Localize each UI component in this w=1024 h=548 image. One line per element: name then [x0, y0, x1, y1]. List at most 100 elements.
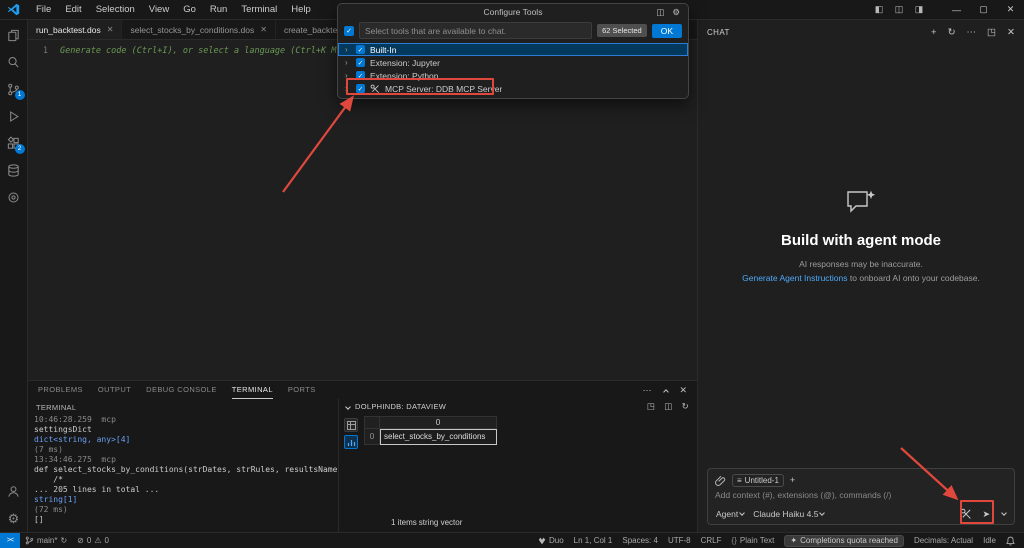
close-panel-icon[interactable]: ✕: [679, 385, 687, 396]
tab-debug-console[interactable]: DEBUG CONSOLE: [146, 381, 217, 399]
close-chat-icon[interactable]: ✕: [1007, 27, 1015, 38]
tab-run-backtest[interactable]: run_backtest.dos ✕: [28, 20, 122, 39]
item-checkbox[interactable]: ✓: [356, 71, 365, 80]
problems-item[interactable]: ⊘ 0 ⚠ 0: [72, 536, 114, 545]
menu-run[interactable]: Run: [203, 3, 234, 16]
explorer-icon[interactable]: [0, 22, 28, 49]
menu-selection[interactable]: Selection: [89, 3, 142, 16]
dolphindb-icon[interactable]: [0, 184, 28, 211]
list-item-mcp-server[interactable]: › ✓ MCP Server: DDB MCP Server: [338, 82, 688, 95]
refresh-icon[interactable]: ↻: [682, 401, 689, 412]
list-item-jupyter[interactable]: › ✓ Extension: Jupyter: [338, 56, 688, 69]
settings-gear-icon[interactable]: ⚙: [0, 505, 28, 532]
selected-count-badge: 62 Selected: [597, 24, 647, 37]
item-checkbox[interactable]: ✓: [356, 58, 365, 67]
maximize-panel-icon[interactable]: [662, 385, 668, 395]
close-window-button[interactable]: ✕: [997, 0, 1024, 20]
gear-icon[interactable]: ⚙: [672, 7, 680, 18]
ok-button[interactable]: OK: [652, 24, 682, 38]
minimize-button[interactable]: —: [943, 0, 970, 20]
toggle-panel-icon[interactable]: ◫: [889, 4, 909, 15]
search-icon[interactable]: [0, 49, 28, 76]
account-icon[interactable]: [0, 478, 28, 505]
chevron-right-icon[interactable]: ›: [345, 82, 351, 95]
dataview-footer: 1 items string vector: [391, 518, 462, 527]
list-item-python[interactable]: › ✓ Extension: Python: [338, 69, 688, 82]
toggle-sidebar-icon[interactable]: ◧: [869, 4, 889, 15]
toggle-secondary-sidebar-icon[interactable]: ◨: [909, 4, 929, 15]
completions-quota-item[interactable]: ✦ Completions quota reached: [779, 535, 909, 547]
menu-terminal[interactable]: Terminal: [234, 3, 284, 16]
source-control-icon[interactable]: 1: [0, 76, 28, 103]
sync-icon[interactable]: ↻: [60, 536, 67, 545]
grid-column-header[interactable]: 0: [380, 416, 497, 429]
maximize-button[interactable]: ▢: [970, 0, 997, 20]
toggle-all-checkbox[interactable]: ✓: [344, 26, 354, 36]
chat-message-input[interactable]: [715, 490, 1007, 500]
grid-row-index[interactable]: 0: [364, 429, 380, 445]
chevron-right-icon[interactable]: ›: [345, 56, 351, 69]
indentation-item[interactable]: Spaces: 4: [617, 536, 663, 545]
menu-view[interactable]: View: [142, 3, 176, 16]
notifications-bell-icon[interactable]: [1001, 536, 1020, 546]
send-dropdown-icon[interactable]: [1000, 509, 1006, 519]
open-chat-in-editor-icon[interactable]: ◳: [987, 27, 996, 38]
more-actions-icon[interactable]: ⋯: [967, 27, 977, 38]
close-tab-icon[interactable]: ✕: [107, 25, 114, 34]
model-picker[interactable]: Claude Haiku 4.5: [753, 509, 824, 519]
cursor-position-item[interactable]: Ln 1, Col 1: [569, 536, 618, 545]
item-checkbox[interactable]: ✓: [356, 84, 365, 93]
table-view-icon[interactable]: [344, 418, 358, 432]
grid-data-row: 0 select_stocks_by_conditions: [364, 429, 497, 445]
chevron-right-icon[interactable]: ›: [345, 43, 351, 56]
chat-history-icon[interactable]: ↻: [948, 27, 956, 38]
run-debug-icon[interactable]: [0, 103, 28, 130]
generate-instructions-link[interactable]: Generate Agent Instructions: [742, 273, 847, 283]
close-tab-icon[interactable]: ✕: [260, 25, 267, 34]
terminal-view[interactable]: TERMINAL 10:46:28.259 mcp settingsDict d…: [28, 399, 338, 532]
menu-edit[interactable]: Edit: [58, 3, 88, 16]
git-branch-item[interactable]: main* ↻: [20, 535, 72, 546]
encoding-item[interactable]: UTF-8: [663, 536, 696, 545]
decimals-item[interactable]: Decimals: Actual: [909, 536, 978, 545]
tab-output[interactable]: OUTPUT: [98, 381, 131, 399]
chart-view-icon[interactable]: [344, 435, 358, 449]
agent-mode-picker[interactable]: Agent: [716, 509, 744, 519]
tab-ports[interactable]: PORTS: [288, 381, 316, 399]
menu-help[interactable]: Help: [284, 3, 318, 16]
chevron-right-icon[interactable]: ›: [345, 69, 351, 82]
context-file-chip[interactable]: ≡ Untitled-1: [732, 474, 784, 487]
menu-go[interactable]: Go: [176, 3, 203, 16]
terminal-line: def select_stocks_by_conditions(strDates…: [34, 465, 338, 475]
remote-indicator[interactable]: ><: [0, 533, 20, 548]
split-icon[interactable]: ◫: [656, 7, 664, 18]
database-icon[interactable]: [0, 157, 28, 184]
tools-search-input[interactable]: [359, 22, 592, 39]
more-actions-icon[interactable]: ⋯: [642, 385, 651, 396]
list-item-built-in[interactable]: › ✓ Built-In: [338, 43, 688, 56]
idle-status-item[interactable]: Idle: [978, 536, 1001, 545]
dialog-title: Configure Tools: [484, 7, 543, 17]
send-button[interactable]: ➤: [982, 509, 990, 520]
attach-context-icon[interactable]: [715, 475, 726, 486]
split-icon[interactable]: ◫: [664, 401, 672, 412]
vscode-logo-icon: [7, 3, 20, 16]
new-chat-icon[interactable]: +: [931, 27, 937, 38]
configure-tools-icon[interactable]: [960, 508, 972, 520]
grid-cell-selected[interactable]: select_stocks_by_conditions: [380, 429, 497, 445]
add-context-icon[interactable]: +: [790, 475, 795, 485]
menu-file[interactable]: File: [29, 3, 58, 16]
item-label: MCP Server: DDB MCP Server: [385, 84, 502, 94]
duo-status-item[interactable]: Duo: [533, 536, 569, 545]
tab-label: run_backtest.dos: [36, 25, 101, 35]
item-checkbox[interactable]: ✓: [356, 45, 365, 54]
extensions-badge: 2: [15, 144, 25, 154]
extensions-icon[interactable]: 2: [0, 130, 28, 157]
tab-problems[interactable]: PROBLEMS: [38, 381, 83, 399]
tab-terminal[interactable]: TERMINAL: [232, 381, 273, 399]
collapse-chevron-icon[interactable]: [345, 404, 351, 410]
eol-item[interactable]: CRLF: [696, 536, 727, 545]
tab-select-stocks[interactable]: select_stocks_by_conditions.dos ✕: [122, 20, 276, 39]
open-in-window-icon[interactable]: ◳: [647, 401, 655, 412]
language-mode-item[interactable]: {} Plain Text: [727, 536, 780, 545]
